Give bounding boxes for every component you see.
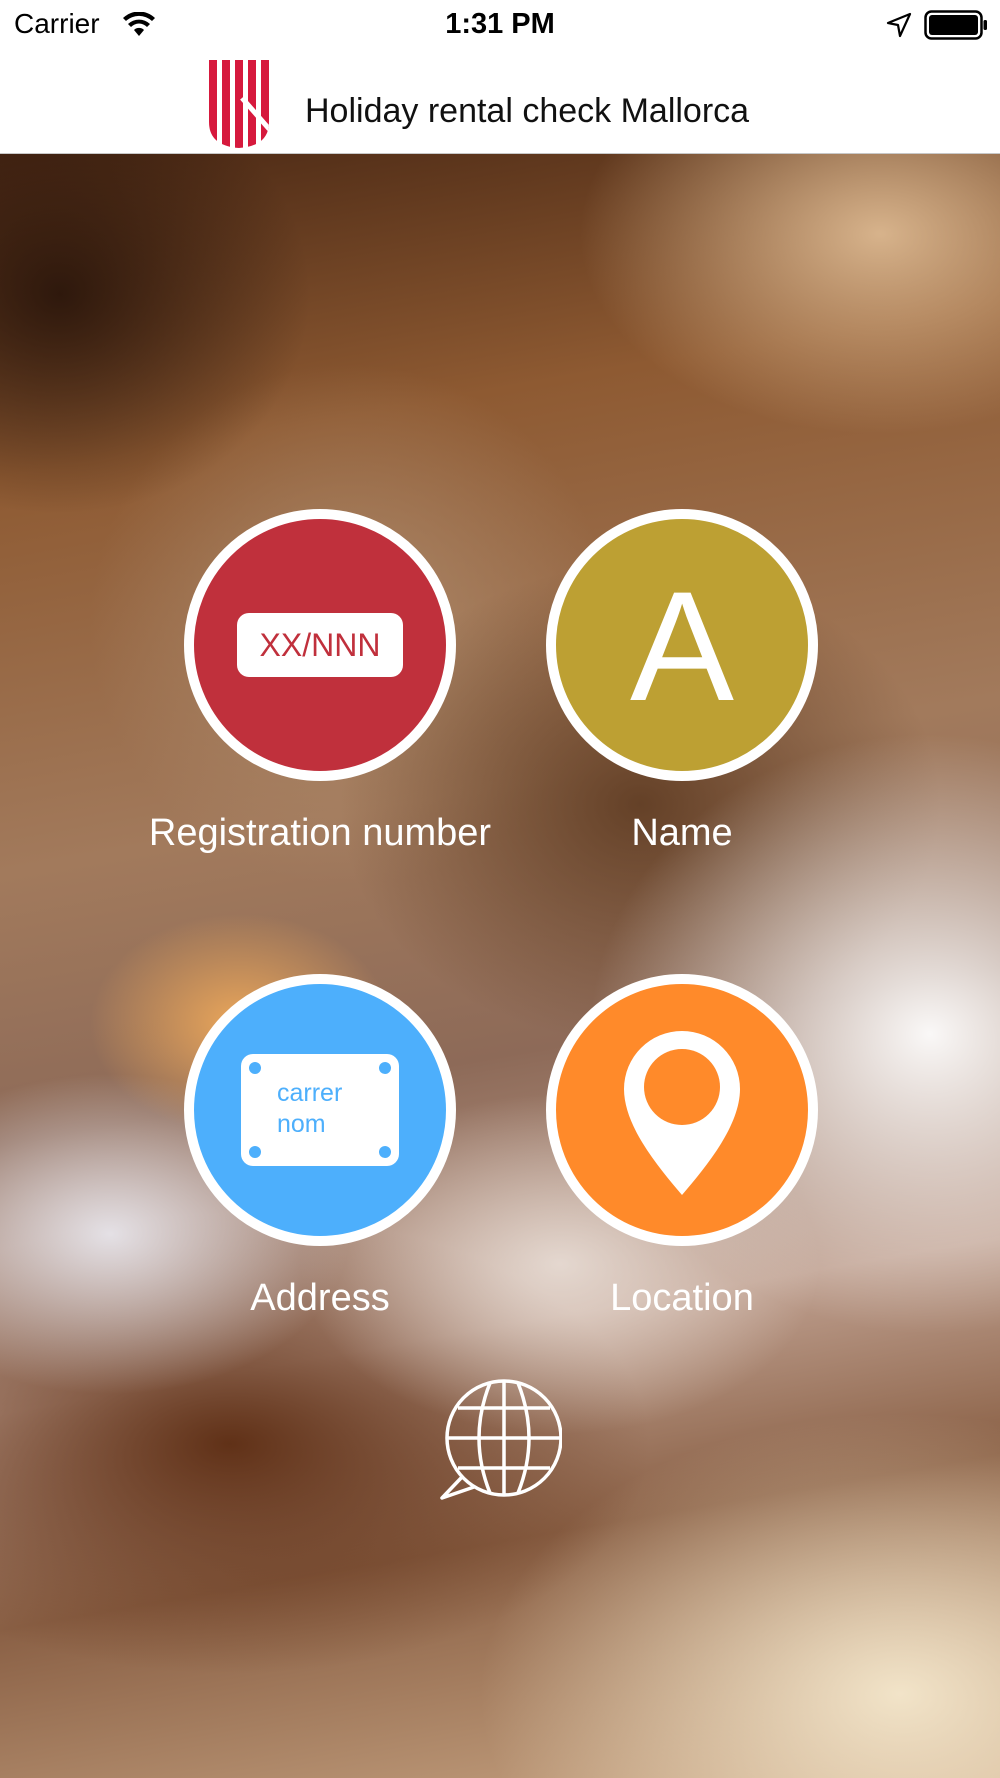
background-photo	[0, 154, 1000, 1778]
rivet	[379, 1062, 391, 1074]
street-sign-icon: carrer nom	[241, 1054, 399, 1166]
name-circle[interactable]: A	[546, 509, 818, 781]
license-plate-icon: XX/NNN	[237, 613, 403, 677]
govern-logo-icon	[209, 60, 269, 148]
location-circle[interactable]	[546, 974, 818, 1246]
address-circle[interactable]: carrer nom	[184, 974, 456, 1246]
plate-text: XX/NNN	[259, 626, 381, 663]
location-label: Location	[610, 1277, 754, 1319]
address-label: Address	[250, 1277, 390, 1319]
rivet	[249, 1062, 261, 1074]
letter-a-icon: A	[629, 560, 735, 734]
map-pin-icon	[624, 1031, 740, 1195]
battery-icon	[924, 10, 987, 40]
app-title: Holiday rental check Mallorca	[305, 92, 750, 130]
street-sign-line-2: nom	[277, 1110, 326, 1138]
street-sign-line-1: carrer	[277, 1079, 343, 1107]
registration-circle[interactable]: XX/NNN	[184, 509, 456, 781]
nav-bar: Holiday rental check Mallorca	[0, 52, 1000, 154]
registration-number-label: Registration number	[148, 812, 492, 854]
location-arrow-icon	[886, 12, 912, 38]
rivet	[249, 1146, 261, 1158]
globe-speech-bubble-icon[interactable]	[438, 1377, 562, 1501]
clock: 1:31 PM	[445, 8, 555, 40]
rivet	[379, 1146, 391, 1158]
status-bar: Carrier 1:31 PM	[0, 0, 1000, 52]
name-label: Name	[631, 812, 733, 854]
